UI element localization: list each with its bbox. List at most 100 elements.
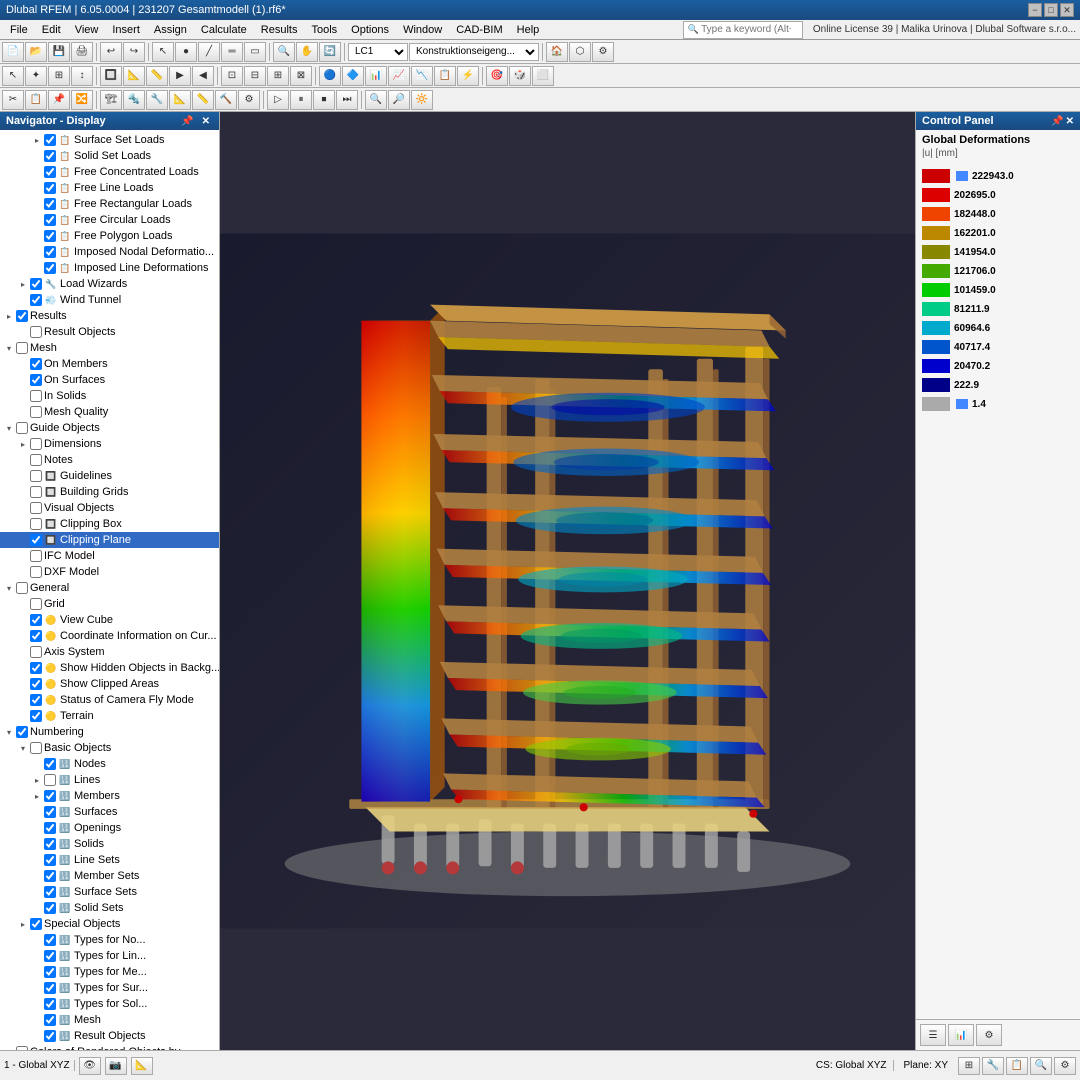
status-tb4[interactable]: 🔍 <box>1030 1057 1052 1075</box>
tree-item-48[interactable]: 🔢Solid Sets <box>0 900 219 916</box>
surface-button[interactable]: ▭ <box>244 42 266 62</box>
tb2-btn15[interactable]: 🔷 <box>342 66 364 86</box>
tree-item-55[interactable]: 🔢Mesh <box>0 1012 219 1028</box>
tb2-btn3[interactable]: ⊞ <box>48 66 70 86</box>
menu-view[interactable]: View <box>69 22 105 38</box>
tree-checkbox-26[interactable] <box>30 550 42 562</box>
minimize-button[interactable]: − <box>1028 3 1042 17</box>
tree-checkbox-13[interactable] <box>16 342 28 354</box>
tree-item-34[interactable]: 🟡Show Clipped Areas <box>0 676 219 692</box>
tree-checkbox-2[interactable] <box>44 166 56 178</box>
tree-checkbox-21[interactable] <box>30 470 42 482</box>
tree-item-37[interactable]: ▾Numbering <box>0 724 219 740</box>
tree-item-6[interactable]: 📋Free Polygon Loads <box>0 228 219 244</box>
tb2-btn1[interactable]: ↖ <box>2 66 24 86</box>
viewport[interactable] <box>220 112 915 1050</box>
tree-item-42[interactable]: 🔢Surfaces <box>0 804 219 820</box>
tree-item-41[interactable]: ▸🔢Members <box>0 788 219 804</box>
menu-tools[interactable]: Tools <box>305 22 343 38</box>
menu-file[interactable]: File <box>4 22 34 38</box>
rotate-button[interactable]: 🔄 <box>319 42 341 62</box>
tree-checkbox-36[interactable] <box>30 710 42 722</box>
cp-tb1[interactable]: ☰ <box>920 1024 946 1046</box>
tree-checkbox-16[interactable] <box>30 390 42 402</box>
tree-item-32[interactable]: Axis System <box>0 644 219 660</box>
tree-checkbox-5[interactable] <box>44 214 56 226</box>
tree-item-40[interactable]: ▸🔢Lines <box>0 772 219 788</box>
tb2-btn5[interactable]: 🔲 <box>100 66 122 86</box>
tree-checkbox-11[interactable] <box>16 310 28 322</box>
cp-pin-button[interactable]: 📌 <box>1051 116 1063 127</box>
tree-item-25[interactable]: 🔲Clipping Plane <box>0 532 219 548</box>
tree-checkbox-27[interactable] <box>30 566 42 578</box>
tb3-btn1[interactable]: ✂ <box>2 90 24 110</box>
tree-checkbox-55[interactable] <box>44 1014 56 1026</box>
status-tb5[interactable]: ⚙ <box>1054 1057 1076 1075</box>
menu-options[interactable]: Options <box>345 22 395 38</box>
tree-item-10[interactable]: 💨Wind Tunnel <box>0 292 219 308</box>
tb2-btn9[interactable]: ◀ <box>192 66 214 86</box>
tree-checkbox-1[interactable] <box>44 150 56 162</box>
tree-item-52[interactable]: 🔢Types for Me... <box>0 964 219 980</box>
tree-item-57[interactable]: ▸Colors of Rendered Objects by <box>0 1044 219 1050</box>
tree-checkbox-40[interactable] <box>44 774 56 786</box>
tree-item-12[interactable]: Result Objects <box>0 324 219 340</box>
tree-checkbox-46[interactable] <box>44 870 56 882</box>
tree-item-22[interactable]: 🔲Building Grids <box>0 484 219 500</box>
save-button[interactable]: 💾 <box>48 42 70 62</box>
tb2-btn6[interactable]: 📐 <box>123 66 145 86</box>
tree-checkbox-49[interactable] <box>30 918 42 930</box>
tree-item-23[interactable]: Visual Objects <box>0 500 219 516</box>
tree-item-29[interactable]: Grid <box>0 596 219 612</box>
tree-item-46[interactable]: 🔢Member Sets <box>0 868 219 884</box>
select-button[interactable]: ↖ <box>152 42 174 62</box>
tree-checkbox-43[interactable] <box>44 822 56 834</box>
tree-item-47[interactable]: 🔢Surface Sets <box>0 884 219 900</box>
new-button[interactable]: 📄 <box>2 42 24 62</box>
tree-checkbox-7[interactable] <box>44 246 56 258</box>
tree-item-54[interactable]: 🔢Types for Sol... <box>0 996 219 1012</box>
menu-assign[interactable]: Assign <box>148 22 193 38</box>
tree-item-44[interactable]: 🔢Solids <box>0 836 219 852</box>
tb3-btn9[interactable]: 📏 <box>192 90 214 110</box>
tree-checkbox-51[interactable] <box>44 950 56 962</box>
nav-tree[interactable]: ▸📋Surface Set Loads📋Solid Set Loads📋Free… <box>0 130 219 1050</box>
zoom-button[interactable]: 🔍 <box>273 42 295 62</box>
tree-checkbox-53[interactable] <box>44 982 56 994</box>
cp-tb2[interactable]: 📊 <box>948 1024 974 1046</box>
menu-edit[interactable]: Edit <box>36 22 67 38</box>
tb2-btn16[interactable]: 📊 <box>365 66 387 86</box>
tree-item-38[interactable]: ▾Basic Objects <box>0 740 219 756</box>
wire-button[interactable]: ⬡ <box>569 42 591 62</box>
tree-checkbox-6[interactable] <box>44 230 56 242</box>
redo-button[interactable]: ↪ <box>123 42 145 62</box>
tree-checkbox-45[interactable] <box>44 854 56 866</box>
tree-item-45[interactable]: 🔢Line Sets <box>0 852 219 868</box>
tree-checkbox-12[interactable] <box>30 326 42 338</box>
tree-item-31[interactable]: 🟡Coordinate Information on Cur... <box>0 628 219 644</box>
tree-item-5[interactable]: 📋Free Circular Loads <box>0 212 219 228</box>
cp-tb3[interactable]: ⚙ <box>976 1024 1002 1046</box>
lc-combo[interactable]: LC1 <box>348 43 408 61</box>
tb3-btn11[interactable]: ⚙ <box>238 90 260 110</box>
tree-checkbox-42[interactable] <box>44 806 56 818</box>
tree-checkbox-17[interactable] <box>30 406 42 418</box>
tb3-btn16[interactable]: 🔍 <box>365 90 387 110</box>
tree-checkbox-3[interactable] <box>44 182 56 194</box>
tree-item-4[interactable]: 📋Free Rectangular Loads <box>0 196 219 212</box>
tree-checkbox-54[interactable] <box>44 998 56 1010</box>
tree-checkbox-37[interactable] <box>16 726 28 738</box>
tree-checkbox-23[interactable] <box>30 502 42 514</box>
tree-item-36[interactable]: 🟡Terrain <box>0 708 219 724</box>
tree-item-53[interactable]: 🔢Types for Sur... <box>0 980 219 996</box>
close-button[interactable]: ✕ <box>1060 3 1074 17</box>
tree-checkbox-15[interactable] <box>30 374 42 386</box>
tree-checkbox-48[interactable] <box>44 902 56 914</box>
tree-checkbox-57[interactable] <box>16 1046 28 1050</box>
tb2-btn21[interactable]: 🎯 <box>486 66 508 86</box>
tb3-btn10[interactable]: 🔨 <box>215 90 237 110</box>
tree-checkbox-19[interactable] <box>30 438 42 450</box>
tree-checkbox-39[interactable] <box>44 758 56 770</box>
tree-checkbox-10[interactable] <box>30 294 42 306</box>
tb3-btn3[interactable]: 📌 <box>48 90 70 110</box>
